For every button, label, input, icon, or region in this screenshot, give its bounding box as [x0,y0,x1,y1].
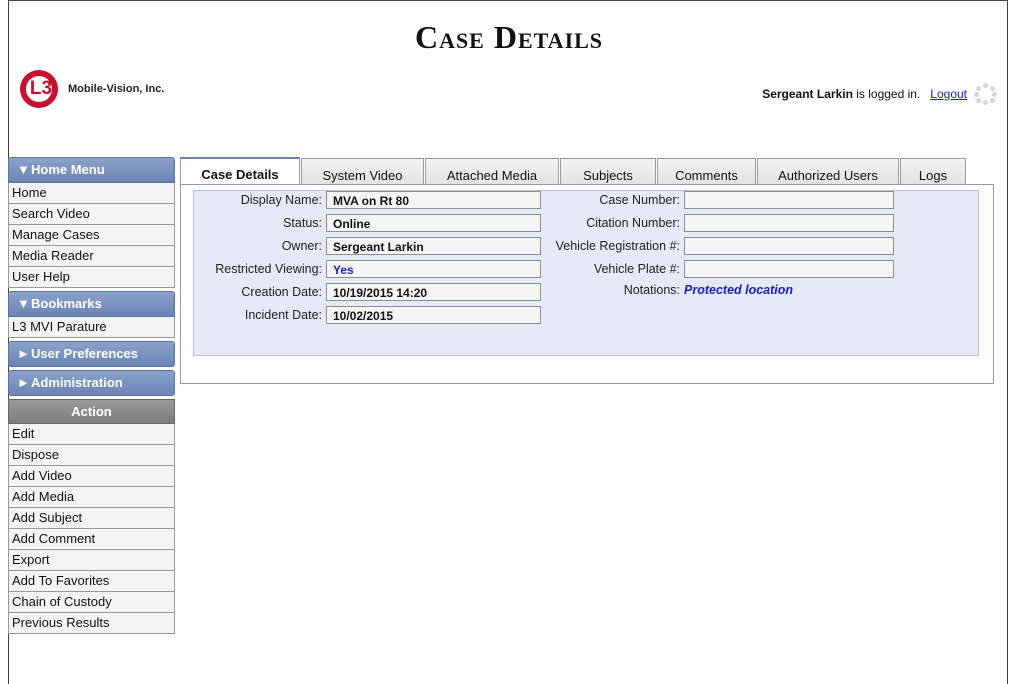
bookmarks-header[interactable]: ▼Bookmarks [8,291,175,317]
field-label: Restricted Viewing: [215,262,322,276]
tab-subjects[interactable]: Subjects [560,158,656,185]
field-label: Vehicle Registration #: [555,239,680,253]
action-item-add-video[interactable]: Add Video [8,466,175,487]
company-name: Mobile-Vision, Inc. [68,83,165,95]
action-item-dispose[interactable]: Dispose [8,445,175,466]
detail-row-incident-date: Incident Date: 10/02/2015 [194,306,541,324]
detail-row-owner: Owner: Sergeant Larkin [194,237,541,255]
action-item-chain-of-custody[interactable]: Chain of Custody [8,592,175,613]
action-item-previous-results[interactable]: Previous Results [8,613,175,634]
page-title: Case Details [414,19,604,55]
triangle-right-icon: ► [17,346,30,361]
tab-comments[interactable]: Comments [657,158,756,185]
action-item-add-subject[interactable]: Add Subject [8,508,175,529]
field-value-vehicle-registration [684,237,894,255]
sidebar-item-manage-cases[interactable]: Manage Cases [8,225,175,246]
detail-row-case-number: Case Number: [540,191,894,209]
field-value-display-name: MVA on Rt 80 [326,191,541,209]
field-label: Case Number: [599,193,680,207]
logo-text: L3 [29,78,53,99]
case-details-form: Display Name: MVA on Rt 80 Status: Online Ow… [193,190,979,356]
field-value-case-number [684,191,894,209]
company-logo: L3 Mobile-Vision, Inc. [20,70,164,108]
detail-row-vehicle-plate: Vehicle Plate #: [540,260,894,278]
field-label: Display Name: [240,193,322,207]
sidebar-item-user-help[interactable]: User Help [8,267,175,288]
notations-label: Notations: [623,283,680,297]
field-label: Incident Date: [244,308,322,322]
user-preferences-header[interactable]: ►User Preferences [8,341,175,367]
field-label: Vehicle Plate #: [593,262,680,276]
notations-value: Protected location [684,283,794,297]
detail-row-creation-date: Creation Date: 10/19/2015 14:20 [194,283,541,301]
field-value-citation-number [684,214,894,232]
detail-row-vehicle-registration: Vehicle Registration #: [540,237,894,255]
case-details-panel: Display Name: MVA on Rt 80 Status: Online Ow… [180,184,994,384]
triangle-down-icon: ▼ [17,296,30,311]
detail-row-restricted-viewing: Restricted Viewing: Yes [194,260,541,278]
sidebar-item-media-reader[interactable]: Media Reader [8,246,175,267]
tab-logs[interactable]: Logs [900,158,966,185]
action-item-add-to-favorites[interactable]: Add To Favorites [8,571,175,592]
action-item-export[interactable]: Export [8,550,175,571]
administration-header[interactable]: ►Administration [8,370,175,396]
action-item-edit[interactable]: Edit [8,424,175,445]
l3-logo-icon: L3 [20,70,58,108]
tab-bar: Case Details System Video Attached Media Su… [180,157,967,185]
field-value-restricted-viewing: Yes [326,260,541,278]
tab-attached-media[interactable]: Attached Media [425,158,559,185]
sidebar: ▼Home Menu Home Search Video Manage Cases M… [8,157,175,634]
bookmark-item-l3-mvi-parature[interactable]: L3 MVI Parature [8,317,175,338]
field-value-status: Online [326,214,541,232]
login-status: Sergeant Larkin is logged in. Logout [762,83,997,105]
field-value-owner: Sergeant Larkin [326,237,541,255]
notations-row: Notations: Protected location [540,283,793,297]
tab-system-video[interactable]: System Video [301,158,424,185]
logout-link[interactable]: Logout [930,87,967,101]
sidebar-item-home[interactable]: Home [8,183,175,204]
field-value-vehicle-plate [684,260,894,278]
field-label: Owner: [281,239,322,253]
action-item-add-comment[interactable]: Add Comment [8,529,175,550]
action-item-add-media[interactable]: Add Media [8,487,175,508]
field-value-incident-date: 10/02/2015 [326,306,541,324]
detail-row-citation-number: Citation Number: [540,214,894,232]
tab-case-details[interactable]: Case Details [180,157,300,185]
triangle-right-icon: ► [17,375,30,390]
detail-row-display-name: Display Name: MVA on Rt 80 [194,191,541,209]
action-header: Action [8,399,175,424]
sidebar-item-search-video[interactable]: Search Video [8,204,175,225]
field-value-creation-date: 10/19/2015 14:20 [326,283,541,301]
detail-row-status: Status: Online [194,214,541,232]
logged-in-user: Sergeant Larkin [762,87,853,101]
home-menu-header[interactable]: ▼Home Menu [8,157,175,183]
field-label: Status: [283,216,322,230]
logged-in-text: is logged in. [852,87,921,101]
triangle-down-icon: ▼ [17,162,30,177]
field-label: Creation Date: [241,285,322,299]
loading-spinner-icon [973,83,997,105]
tab-authorized-users[interactable]: Authorized Users [757,158,899,185]
field-label: Citation Number: [586,216,680,230]
